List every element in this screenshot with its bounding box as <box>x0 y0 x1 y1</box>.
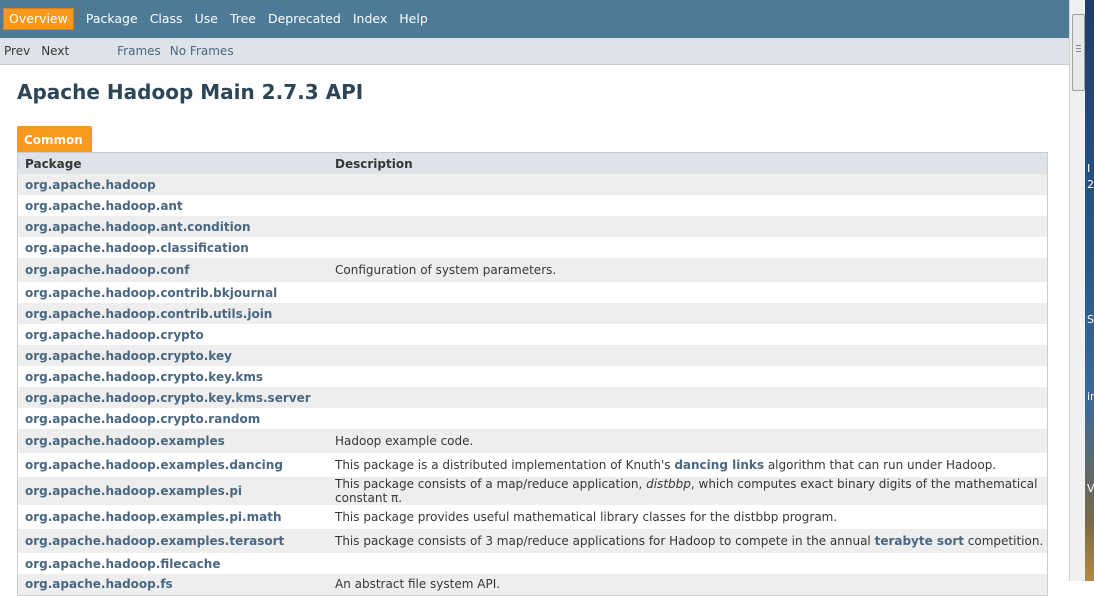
package-description <box>328 387 1048 408</box>
description-text: This package consists of 3 map/reduce ap… <box>335 534 875 548</box>
page-title: Apache Hadoop Main 2.7.3 API <box>17 80 364 104</box>
package-link[interactable]: org.apache.hadoop.examples.pi <box>17 477 328 505</box>
next-link[interactable]: Next <box>41 44 69 58</box>
package-description <box>328 303 1048 324</box>
package-description: This package consists of a map/reduce ap… <box>328 477 1048 505</box>
tab-help[interactable]: Help <box>393 8 434 30</box>
package-description: An abstract file system API. <box>328 574 1048 595</box>
package-link[interactable]: org.apache.hadoop.crypto.key <box>17 345 328 366</box>
desktop-text-fragment: S <box>1087 313 1094 326</box>
package-description: This package provides useful mathematica… <box>328 505 1048 529</box>
tab-tree[interactable]: Tree <box>224 8 262 30</box>
package-description <box>328 366 1048 387</box>
tab-index[interactable]: Index <box>347 8 393 30</box>
table-header-row: Package Description <box>17 152 1048 174</box>
scrollbar-grip-line <box>1076 48 1081 49</box>
table-row: org.apache.hadoop.examples.pi This packag… <box>17 477 1048 505</box>
description-text: This package consists of a map/reduce ap… <box>335 477 647 491</box>
scrollbar-grip-line <box>1076 51 1081 52</box>
table-row: org.apache.hadoop.contrib.bkjournal <box>17 282 1048 303</box>
package-link[interactable]: org.apache.hadoop.classification <box>17 237 328 258</box>
top-nav-bar: Overview Package Class Use Tree Deprecat… <box>0 0 1069 38</box>
package-link[interactable]: org.apache.hadoop.ant <box>17 195 328 216</box>
package-link[interactable]: org.apache.hadoop.contrib.utils.join <box>17 303 328 324</box>
desktop-text-fragment: I <box>1087 162 1091 175</box>
table-row: org.apache.hadoop <box>17 174 1048 195</box>
description-text: This package is a distributed implementa… <box>335 458 675 472</box>
description-text: distbbp <box>646 477 691 491</box>
scrollbar-grip-line <box>1076 45 1081 46</box>
package-description <box>328 408 1048 429</box>
package-description <box>328 195 1048 216</box>
table-row: org.apache.hadoop.examples.pi.math This p… <box>17 505 1048 529</box>
package-description <box>328 282 1048 303</box>
package-link[interactable]: org.apache.hadoop.conf <box>17 258 328 282</box>
table-row: org.apache.hadoop.examples Hadoop example… <box>17 429 1048 453</box>
no-frames-link[interactable]: No Frames <box>170 44 234 58</box>
package-link[interactable]: org.apache.hadoop.crypto.key.kms <box>17 366 328 387</box>
package-link[interactable]: org.apache.hadoop.filecache <box>17 553 328 574</box>
package-link[interactable]: org.apache.hadoop.examples.dancing <box>17 453 328 477</box>
table-row: org.apache.hadoop.crypto.key.kms <box>17 366 1048 387</box>
table-row: org.apache.hadoop.ant <box>17 195 1048 216</box>
table-row: org.apache.hadoop.classification <box>17 237 1048 258</box>
vertical-scrollbar[interactable] <box>1069 0 1085 581</box>
inline-doc-link[interactable]: terabyte sort <box>875 534 964 548</box>
column-header-description: Description <box>328 152 1048 174</box>
description-text: algorithm that can run under Hadoop. <box>764 458 997 472</box>
package-summary-table: Package Description org.apache.hadoop org… <box>17 152 1048 596</box>
tab-class[interactable]: Class <box>144 8 189 30</box>
table-body: org.apache.hadoop org.apache.hadoop.ant or… <box>17 174 1048 595</box>
description-text: competition. <box>963 534 1044 548</box>
package-description: This package is a distributed implementa… <box>328 453 1048 477</box>
table-row: org.apache.hadoop.examples.dancing This p… <box>17 453 1048 477</box>
package-description <box>328 216 1048 237</box>
table-row: org.apache.hadoop.examples.terasort This … <box>17 529 1048 553</box>
package-description <box>328 174 1048 195</box>
package-link[interactable]: org.apache.hadoop.crypto.key.kms.server <box>17 387 328 408</box>
table-row: org.apache.hadoop.fs An abstract file sys… <box>17 574 1048 595</box>
tab-deprecated[interactable]: Deprecated <box>262 8 347 30</box>
table-row: org.apache.hadoop.crypto.random <box>17 408 1048 429</box>
table-row: org.apache.hadoop.crypto <box>17 324 1048 345</box>
package-description <box>328 237 1048 258</box>
package-link[interactable]: org.apache.hadoop.ant.condition <box>17 216 328 237</box>
package-description <box>328 345 1048 366</box>
desktop-text-fragment: 2 <box>1087 178 1094 191</box>
package-link[interactable]: org.apache.hadoop <box>17 174 328 195</box>
package-link[interactable]: org.apache.hadoop.examples.pi.math <box>17 505 328 529</box>
tab-use[interactable]: Use <box>189 8 224 30</box>
desktop-text-fragment: V <box>1087 482 1094 495</box>
table-row: org.apache.hadoop.filecache <box>17 553 1048 574</box>
package-link[interactable]: org.apache.hadoop.fs <box>17 574 328 595</box>
table-row: org.apache.hadoop.conf Configuration of s… <box>17 258 1048 282</box>
package-link[interactable]: org.apache.hadoop.contrib.bkjournal <box>17 282 328 303</box>
column-header-package: Package <box>17 152 328 174</box>
table-row: org.apache.hadoop.crypto.key <box>17 345 1048 366</box>
package-description: Configuration of system parameters. <box>328 258 1048 282</box>
frames-link[interactable]: Frames <box>117 44 161 58</box>
tab-package[interactable]: Package <box>80 8 144 30</box>
package-link[interactable]: org.apache.hadoop.crypto.random <box>17 408 328 429</box>
package-link[interactable]: org.apache.hadoop.crypto <box>17 324 328 345</box>
table-row: org.apache.hadoop.ant.condition <box>17 216 1048 237</box>
desktop-text-fragment: ir <box>1087 390 1094 403</box>
sub-nav-bar: Prev Next Frames No Frames <box>0 38 1069 65</box>
prev-link[interactable]: Prev <box>4 44 30 58</box>
package-link[interactable]: org.apache.hadoop.examples <box>17 429 328 453</box>
tab-overview[interactable]: Overview <box>3 8 74 30</box>
package-description <box>328 324 1048 345</box>
inline-doc-link[interactable]: dancing links <box>674 458 764 472</box>
package-description: This package consists of 3 map/reduce ap… <box>328 529 1048 553</box>
package-description <box>328 553 1048 574</box>
desktop-background-strip: I 2 S ir V <box>1085 0 1094 581</box>
scrollbar-thumb[interactable] <box>1072 14 1085 91</box>
package-description: Hadoop example code. <box>328 429 1048 453</box>
table-caption-common: Common <box>17 126 92 152</box>
table-row: org.apache.hadoop.contrib.utils.join <box>17 303 1048 324</box>
table-row: org.apache.hadoop.crypto.key.kms.server <box>17 387 1048 408</box>
package-link[interactable]: org.apache.hadoop.examples.terasort <box>17 529 328 553</box>
